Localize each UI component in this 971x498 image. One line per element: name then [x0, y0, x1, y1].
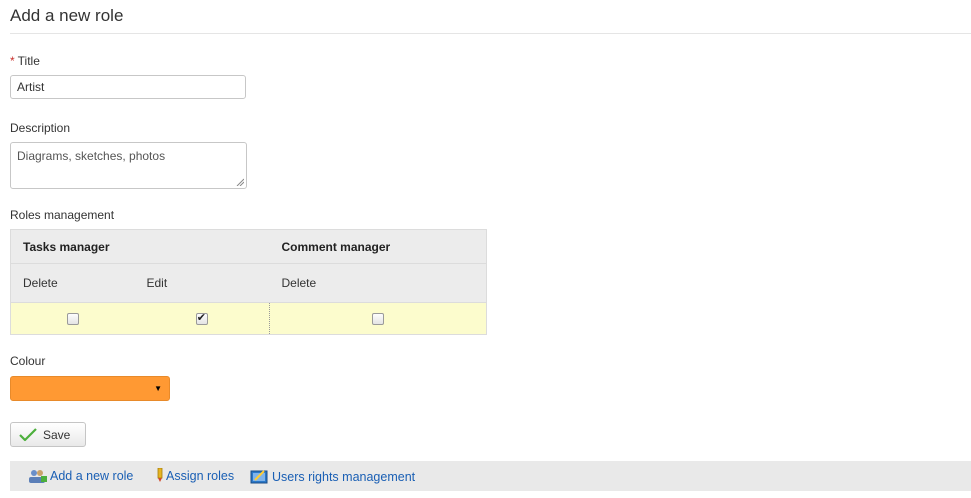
tasks-edit-checkbox[interactable]: ✔ [195, 312, 208, 326]
save-button-label: Save [43, 427, 71, 442]
resize-grip-icon[interactable] [236, 178, 244, 186]
tasks-delete-header: Delete [10, 263, 135, 303]
add-role-label: Add a new role [50, 469, 134, 483]
description-text: Diagrams, sketches, photos [17, 149, 166, 163]
rights-management-icon [250, 470, 268, 484]
save-button[interactable]: Save [10, 422, 86, 447]
description-label: Description [10, 121, 71, 135]
required-mark: * [10, 54, 15, 68]
tasks-delete-checkbox[interactable] [66, 313, 79, 326]
roles-table: Tasks manager Comment manager Delete Edi… [10, 229, 487, 335]
assign-roles-link[interactable]: Assign roles [156, 468, 234, 483]
tasks-delete-cell [10, 302, 135, 335]
title-label-text: Title [17, 54, 40, 68]
roles-column-header-row: Delete Edit Delete [10, 263, 487, 303]
title-input[interactable] [10, 75, 246, 99]
tasks-manager-header: Tasks manager [10, 229, 270, 264]
assign-roles-icon [157, 468, 163, 482]
comment-delete-checkbox[interactable] [372, 313, 384, 326]
assign-roles-label: Assign roles [166, 468, 235, 483]
checkmark-icon: ✔ [196, 312, 206, 325]
add-role-link[interactable]: Add a new role [28, 468, 133, 484]
roles-management-label: Roles management [10, 208, 115, 222]
footer-toolbar: Add a new role Assign roles Users rights… [10, 461, 971, 491]
checkmark-save-icon [19, 427, 37, 441]
dropdown-arrow-icon: ▼ [154, 384, 162, 393]
comment-delete-cell [269, 302, 487, 335]
colour-select[interactable]: ▼ [10, 376, 170, 401]
page-title: Add a new role [10, 6, 124, 25]
roles-group-header-row: Tasks manager Comment manager [10, 229, 487, 264]
title-divider [10, 33, 971, 34]
roles-checkbox-row: ✔ [10, 302, 487, 335]
comment-delete-header: Delete [269, 263, 487, 303]
users-rights-management-label: Users rights management [272, 470, 416, 484]
description-textarea[interactable]: Diagrams, sketches, photos [10, 142, 247, 189]
users-rights-management-link[interactable]: Users rights management [250, 468, 415, 486]
add-role-icon [29, 470, 47, 483]
comment-manager-header: Comment manager [269, 229, 487, 264]
tasks-edit-header: Edit [134, 263, 270, 303]
title-label: * Title [10, 54, 40, 68]
colour-label: Colour [10, 354, 46, 368]
tasks-edit-cell: ✔ [134, 302, 270, 335]
